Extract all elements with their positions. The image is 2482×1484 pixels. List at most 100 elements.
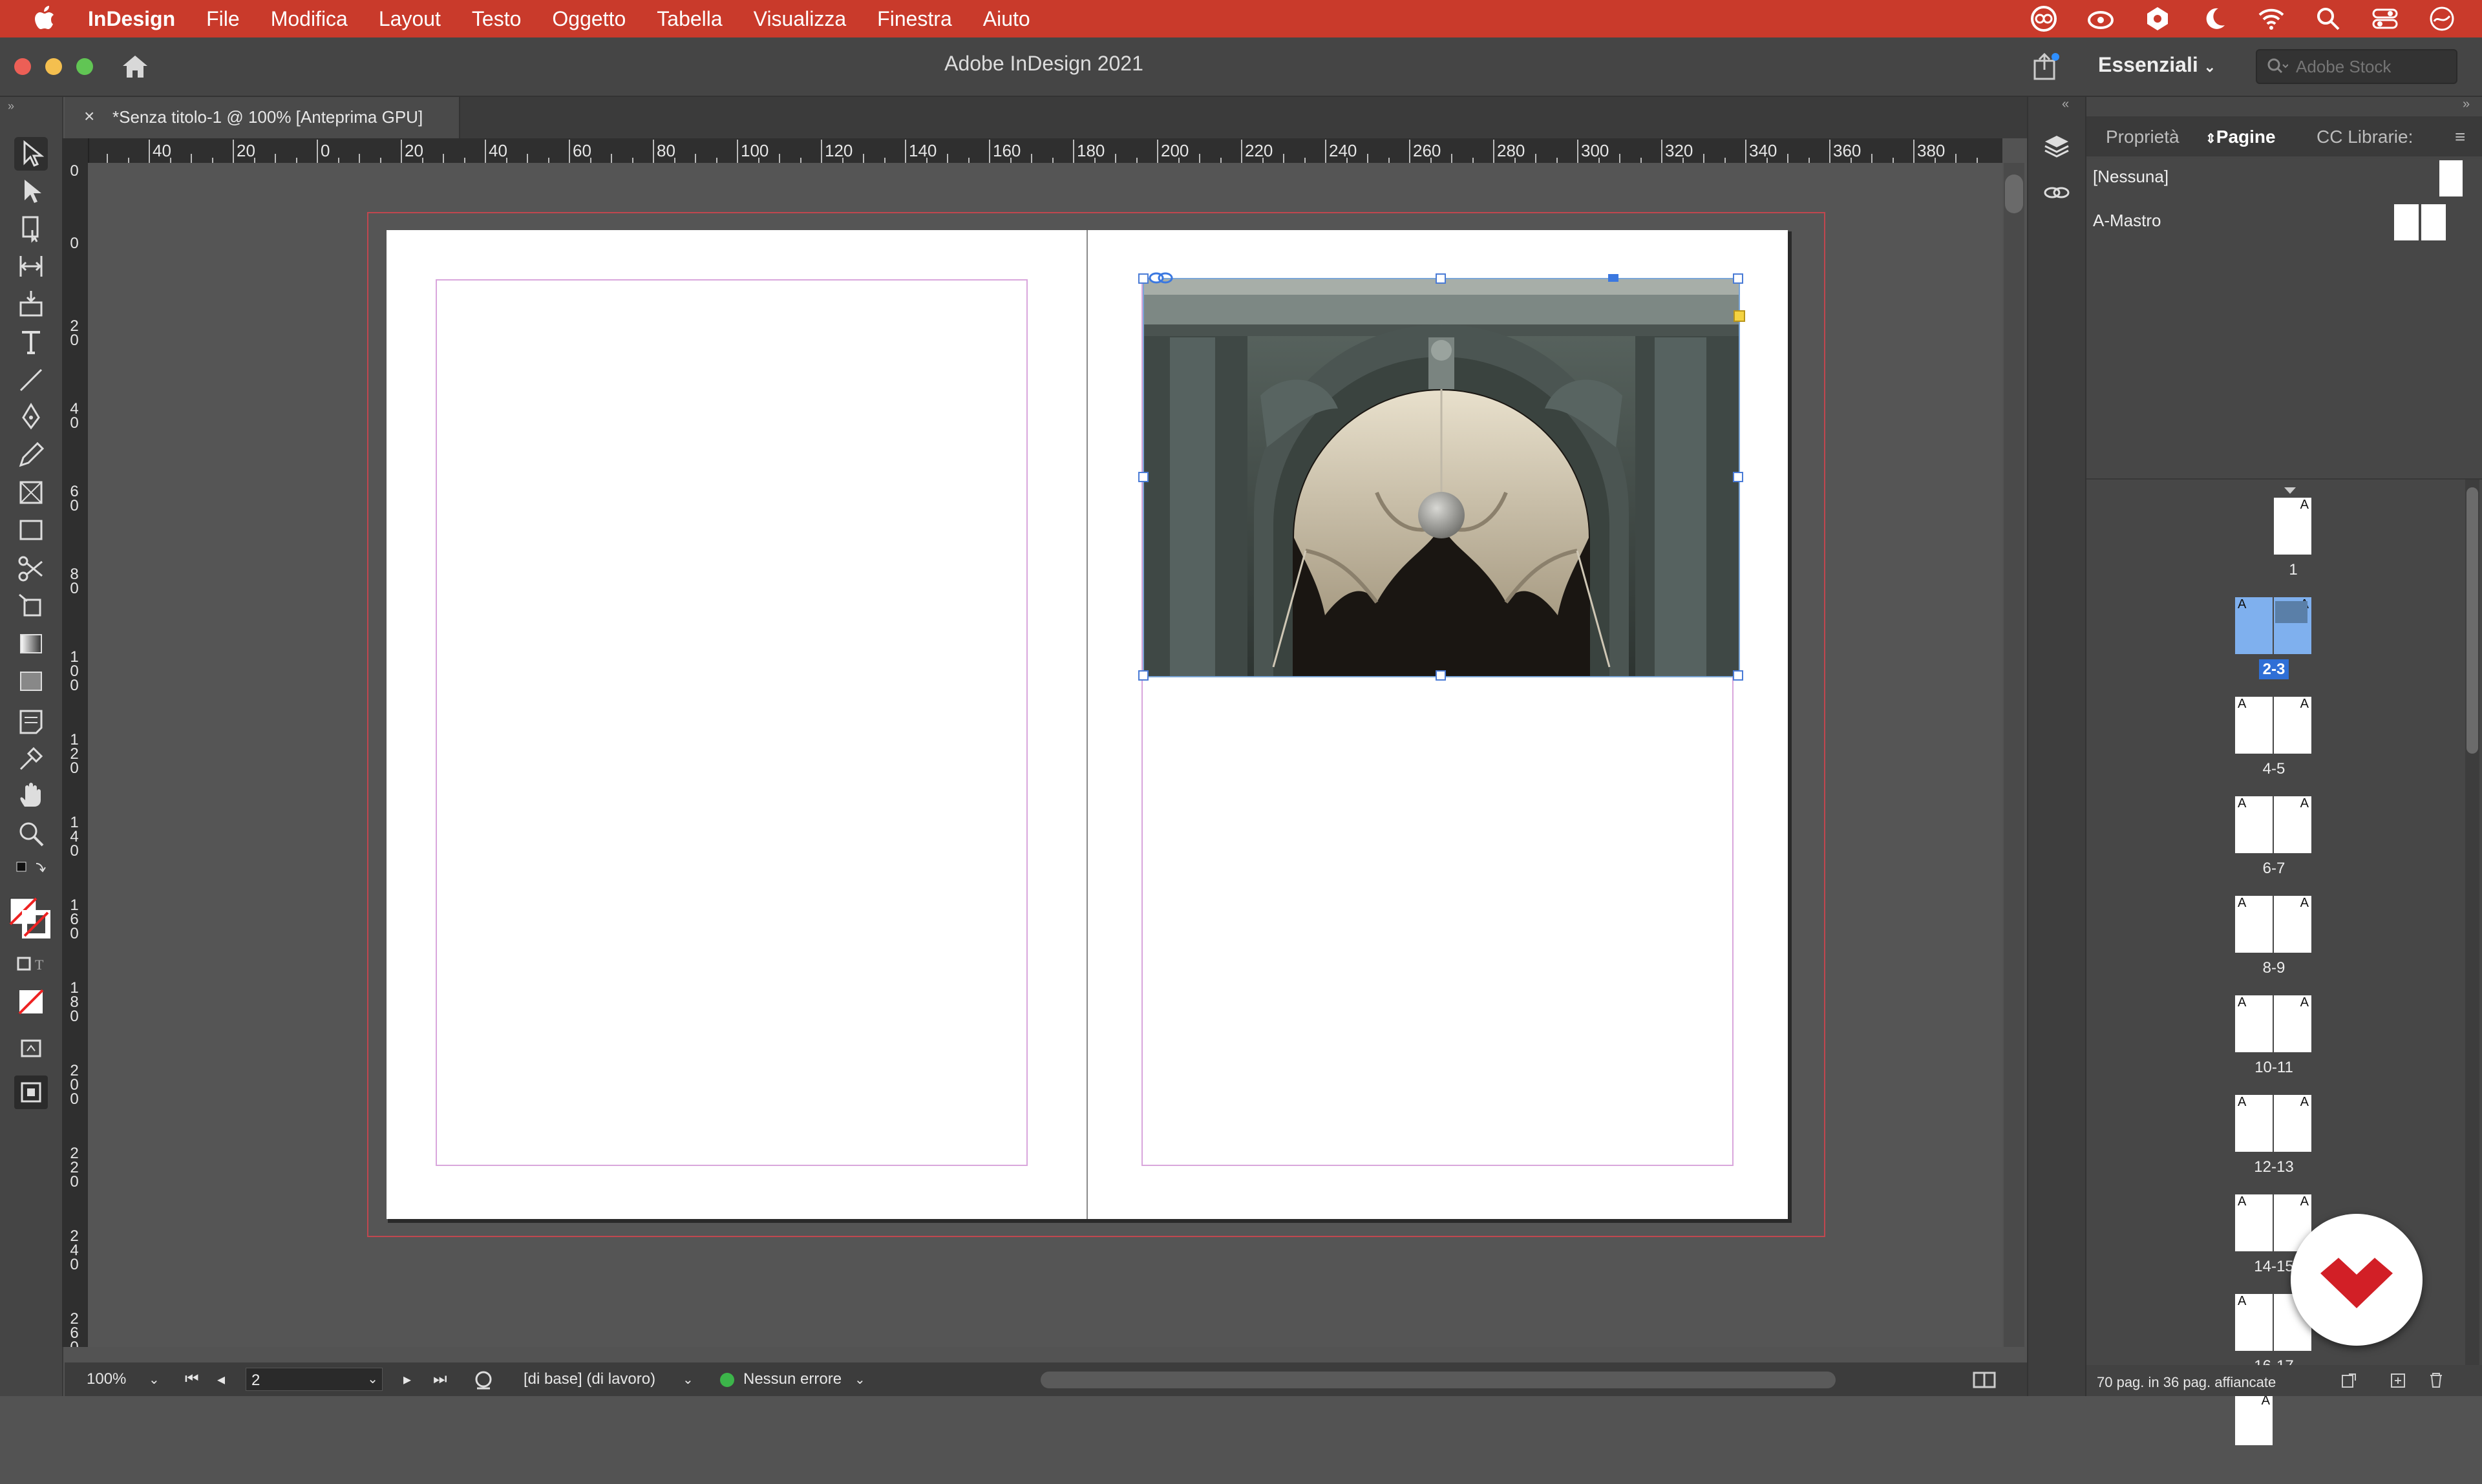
rectangle-tool[interactable]	[14, 513, 48, 547]
next-page-icon[interactable]: ▸	[403, 1370, 411, 1389]
horizontal-scrollbar[interactable]	[1041, 1372, 1836, 1388]
frame-handle[interactable]	[1733, 273, 1743, 284]
page-spread[interactable]: A A 8-9	[2086, 896, 2461, 986]
page-thumbnail[interactable]: A	[2274, 796, 2311, 853]
search-icon[interactable]	[2314, 5, 2342, 33]
master-none-thumbnail[interactable]	[2439, 160, 2463, 196]
vertical-ruler[interactable]: 0 0 20 40 60 80 100 120 140 160 180 200 220 240 260	[62, 138, 89, 1347]
gradient-tool[interactable]	[14, 627, 48, 661]
direct-selection-tool[interactable]	[14, 175, 48, 208]
zoom-tool[interactable]	[14, 817, 48, 851]
tab-proprieta[interactable]: Proprietà	[2106, 127, 2180, 147]
pencil-tool[interactable]	[14, 438, 48, 472]
preflight-status[interactable]: Nessun errore	[743, 1370, 842, 1388]
line-tool[interactable]	[14, 363, 48, 397]
menu-oggetto[interactable]: Oggetto	[552, 7, 626, 31]
screen-mode-button[interactable]	[14, 1032, 48, 1065]
link-chain-icon[interactable]	[1148, 270, 1174, 286]
content-collector-tool[interactable]	[14, 287, 48, 321]
first-page-icon[interactable]: ⏮	[185, 1370, 199, 1388]
page-spread[interactable]: A A 4-5	[2086, 697, 2461, 787]
extension-icon[interactable]	[2143, 5, 2172, 33]
menu-visualizza[interactable]: Visualizza	[754, 7, 846, 31]
adobe-stock-search[interactable]	[2256, 49, 2457, 84]
hand-tool[interactable]	[14, 779, 48, 813]
vertical-scrollbar[interactable]	[2004, 163, 2024, 1347]
page-2[interactable]	[387, 230, 1087, 1219]
corner-options-handle[interactable]	[1734, 310, 1745, 322]
page-thumbnail[interactable]: A	[2235, 1095, 2273, 1152]
gap-tool[interactable]	[14, 249, 48, 283]
document-style-label[interactable]: [di base] (di lavoro)	[524, 1370, 655, 1388]
page-thumbnail[interactable]: A	[2235, 1394, 2273, 1445]
share-icon[interactable]	[2030, 50, 2062, 83]
delete-page-icon[interactable]	[2426, 1370, 2446, 1390]
document-tab[interactable]: × *Senza titolo-1 @ 100% [Anteprima GPU]	[65, 97, 460, 138]
wifi-icon[interactable]	[2257, 5, 2286, 33]
page-thumbnail[interactable]: A	[2235, 1194, 2273, 1251]
menu-testo[interactable]: Testo	[472, 7, 521, 31]
page-thumbnail[interactable]: A	[2235, 697, 2273, 754]
apple-icon[interactable]	[32, 6, 56, 32]
frame-handle[interactable]	[1138, 273, 1149, 284]
layers-icon[interactable]	[2042, 132, 2071, 160]
last-page-icon[interactable]: ⏭	[433, 1370, 447, 1388]
zoom-dropdown-icon[interactable]: ⌄	[149, 1372, 160, 1388]
scroll-thumb[interactable]	[2005, 175, 2023, 213]
menu-tabella[interactable]: Tabella	[657, 7, 722, 31]
links-icon[interactable]	[2042, 178, 2071, 207]
fill-stroke-swatch[interactable]	[8, 896, 53, 941]
preview-mode-button[interactable]	[14, 1076, 48, 1109]
siri-icon[interactable]	[2428, 5, 2456, 33]
page-spread[interactable]: A A 10-11	[2086, 995, 2461, 1086]
page-number-input[interactable]	[250, 1371, 350, 1390]
split-window-icon[interactable]	[1971, 1370, 1997, 1390]
page-thumbnail[interactable]: A	[2235, 597, 2273, 654]
page-thumbnail[interactable]: A	[2235, 995, 2273, 1052]
page-thumbnail[interactable]: A	[2235, 896, 2273, 953]
frame-handle[interactable]	[1138, 472, 1149, 482]
page-thumbnail[interactable]: A	[2274, 896, 2311, 953]
adobe-stock-input[interactable]	[2295, 54, 2452, 79]
page-thumbnail[interactable]: A	[2235, 796, 2273, 853]
panel-menu-icon[interactable]: ≡	[2455, 127, 2465, 147]
workspace-switcher[interactable]: Essenziali ⌄	[2098, 53, 2216, 77]
tab-pagine[interactable]: ⇕Pagine	[2205, 127, 2276, 147]
collapse-panel-icon[interactable]: »	[8, 100, 14, 113]
new-page-icon[interactable]	[2389, 1372, 2408, 1390]
menu-file[interactable]: File	[206, 7, 240, 31]
document-canvas[interactable]	[88, 163, 2002, 1347]
page-spread[interactable]: A A 6-7	[2086, 796, 2461, 887]
menu-app-name[interactable]: InDesign	[88, 7, 175, 31]
apply-none-swatch[interactable]	[14, 985, 48, 1019]
frame-handle[interactable]	[1436, 670, 1446, 681]
control-center-icon[interactable]	[2371, 5, 2399, 33]
page-spread[interactable]: A	[2086, 1394, 2461, 1484]
frame-handle[interactable]	[1733, 670, 1743, 681]
open-page-icon[interactable]	[472, 1370, 495, 1390]
frame-handle[interactable]	[1733, 472, 1743, 482]
menu-modifica[interactable]: Modifica	[271, 7, 348, 31]
style-dropdown-icon[interactable]: ⌄	[683, 1372, 694, 1388]
menu-aiuto[interactable]: Aiuto	[983, 7, 1030, 31]
horizontal-ruler[interactable]: 6040200204060801001201401601802002202402…	[88, 138, 2002, 164]
menu-layout[interactable]: Layout	[379, 7, 441, 31]
page-number-field[interactable]: ⌄	[246, 1368, 383, 1391]
page-thumbnail[interactable]: A	[2274, 697, 2311, 754]
creative-cloud-icon[interactable]	[2030, 5, 2058, 33]
frame-handle[interactable]	[1138, 670, 1149, 681]
rectangle-frame-tool[interactable]	[14, 476, 48, 509]
previous-page-icon[interactable]: ◂	[217, 1370, 225, 1389]
master-a-thumbnail-left[interactable]	[2394, 204, 2419, 240]
expand-panel-icon[interactable]: »	[2463, 97, 2470, 112]
note-tool[interactable]	[14, 705, 48, 738]
scroll-thumb[interactable]	[2466, 487, 2478, 754]
master-a-thumbnail-right[interactable]	[2421, 204, 2446, 240]
scissors-tool[interactable]	[14, 552, 48, 586]
moon-icon[interactable]	[2200, 5, 2229, 33]
tab-cc-libraries[interactable]: CC Librarie:	[2317, 127, 2413, 147]
anchor-point-handle[interactable]	[1608, 274, 1618, 282]
page-thumbnail[interactable]: A	[2274, 1095, 2311, 1152]
page-thumbnail[interactable]: A	[2235, 1294, 2273, 1351]
formatting-container-toggle[interactable]: T	[14, 948, 48, 981]
